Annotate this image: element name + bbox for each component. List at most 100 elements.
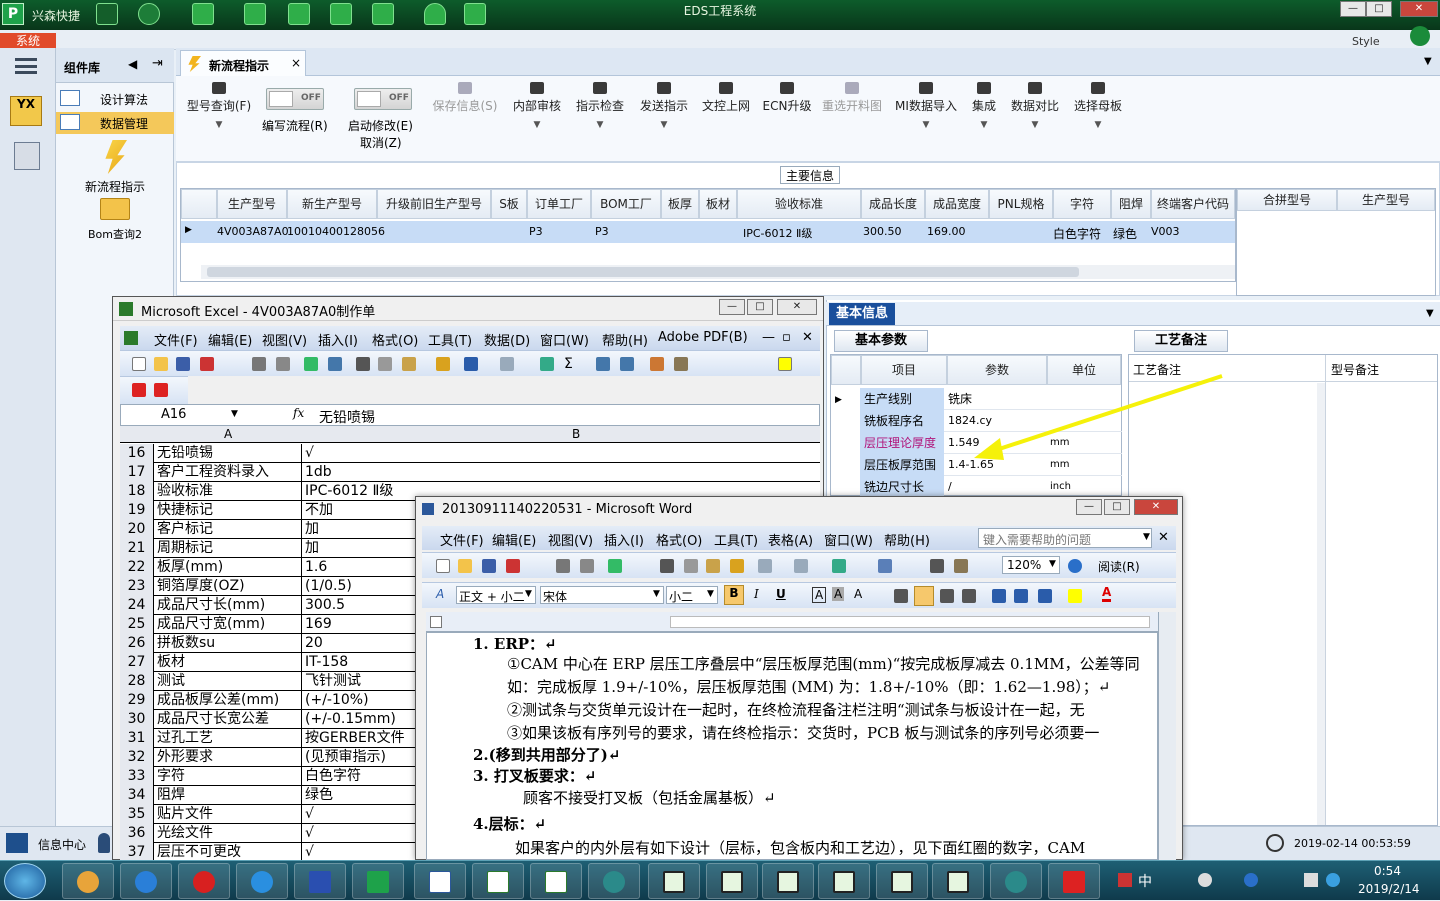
clock-date[interactable]: 2019/2/14: [1358, 882, 1420, 896]
help-question-input[interactable]: 键入需要帮助的问题 ▼: [978, 528, 1152, 548]
bom-query-tool[interactable]: Bom查询2: [56, 198, 174, 242]
row-number[interactable]: 19: [120, 501, 154, 520]
font-select[interactable]: 宋体 ▼: [540, 586, 664, 604]
char-border-icon[interactable]: A: [812, 587, 827, 603]
save-info-button[interactable]: 保存信息(S): [430, 82, 500, 114]
table-row[interactable]: ▶ 4V003A87A0 10010400128056 P3 P3 IPC-60…: [181, 221, 1235, 243]
word-minimize-button[interactable]: —: [1076, 499, 1102, 515]
chevron-left-icon[interactable]: ◀: [128, 57, 137, 71]
chevron-down-icon[interactable]: ▼: [231, 409, 238, 419]
vertical-scrollbar[interactable]: [1317, 383, 1325, 825]
sheet-row[interactable]: 17 客户工程资料录入 1db: [120, 463, 820, 482]
cell-new-model[interactable]: 10010400128056: [287, 225, 385, 238]
grid-icon[interactable]: [372, 3, 394, 25]
row-number[interactable]: 16: [120, 444, 154, 463]
cell-a[interactable]: 字符: [156, 767, 302, 786]
taskbar-app-eds[interactable]: [352, 863, 404, 899]
cell-a[interactable]: 成品尺寸宽(mm): [156, 615, 302, 634]
sheet-row[interactable]: 16 无铅喷锡 √: [120, 444, 820, 463]
menu-item[interactable]: 编辑(E): [208, 330, 252, 349]
taskbar-app-feiq[interactable]: [120, 863, 172, 899]
doc-line[interactable]: 顾客不接受打叉板（包括金属基板）↵: [523, 787, 776, 808]
column-header[interactable]: 新生产型号: [287, 189, 377, 219]
param-row[interactable]: 铣边尺寸长 / inch: [860, 476, 1122, 498]
undo-icon[interactable]: [758, 559, 772, 573]
permission-icon[interactable]: [200, 357, 214, 371]
menu-item[interactable]: 视图(V): [262, 330, 307, 349]
taskbar-app-excel-1[interactable]: [472, 863, 524, 899]
menu-item[interactable]: 工具(T): [714, 530, 758, 549]
taskbar-app-save[interactable]: [294, 863, 346, 899]
chevron-down-icon[interactable]: ▼: [1424, 56, 1432, 67]
char-scale-icon[interactable]: A: [854, 587, 862, 601]
search-icon[interactable]: [96, 3, 118, 25]
drawing-icon[interactable]: [674, 357, 688, 371]
row-number[interactable]: 30: [120, 710, 154, 729]
globe-icon[interactable]: [138, 3, 160, 25]
calculator-icon[interactable]: [14, 142, 40, 170]
tray-settings-icon[interactable]: [1198, 873, 1212, 887]
word-ruler[interactable]: [426, 612, 1158, 632]
doc-close-icon[interactable]: ✕: [802, 330, 813, 345]
column-header[interactable]: 板材: [699, 189, 737, 219]
column-header[interactable]: 成品长度: [861, 189, 925, 219]
column-header[interactable]: S板: [491, 189, 527, 219]
font-color-icon[interactable]: A: [1102, 585, 1112, 602]
paste-icon[interactable]: [706, 559, 720, 573]
hyperlink-icon[interactable]: [832, 559, 846, 573]
column-header[interactable]: 验收标准: [737, 189, 861, 219]
menu-item[interactable]: 文件(F): [440, 530, 484, 549]
yx-factory-icon[interactable]: YX: [10, 96, 42, 126]
word-restore-button[interactable]: □: [1104, 499, 1130, 515]
taskbar-app-x-4[interactable]: [818, 863, 870, 899]
doc-line[interactable]: 2.(移到共用部分了)↵: [473, 744, 620, 765]
cell-a[interactable]: 拼板数su: [156, 634, 302, 653]
formula-input[interactable]: 无铅喷锡: [319, 407, 375, 427]
cell-a[interactable]: 铜箔厚度(OZ): [156, 577, 302, 596]
tab-new-flow[interactable]: 新流程指示 ×: [180, 50, 306, 77]
word-close-button[interactable]: ✕: [1134, 499, 1178, 515]
menu-item[interactable]: 窗口(W): [540, 330, 589, 349]
tab-basic-params[interactable]: 基本参数: [834, 330, 928, 352]
print-preview-icon[interactable]: [276, 357, 290, 371]
styles-pane-icon[interactable]: A: [436, 587, 444, 601]
row-number[interactable]: 31: [120, 729, 154, 748]
column-header[interactable]: 生产型号: [217, 189, 287, 219]
model-notes-column-header[interactable]: 型号备注: [1331, 361, 1379, 378]
function-icon[interactable]: fx: [293, 406, 304, 420]
cell-a[interactable]: 客户标记: [156, 520, 302, 539]
save-icon[interactable]: [482, 559, 496, 573]
fill-color-icon[interactable]: [778, 357, 792, 371]
column-header-a[interactable]: A: [224, 427, 232, 441]
cell-a[interactable]: 成品板厚公差(mm): [156, 691, 302, 710]
reselect-cut-drawing-button[interactable]: 重选开料图: [820, 82, 884, 114]
cell-order-factory[interactable]: P3: [529, 225, 543, 238]
row-number[interactable]: 32: [120, 748, 154, 767]
menu-item[interactable]: 帮助(H): [602, 330, 648, 349]
nav-item-design-algorithm[interactable]: 设计算法: [56, 88, 174, 110]
format-painter-icon[interactable]: [436, 357, 450, 371]
column-header[interactable]: 升级前旧生产型号: [377, 189, 491, 219]
cut-icon[interactable]: [660, 559, 674, 573]
row-number[interactable]: 17: [120, 463, 154, 482]
menu-icon[interactable]: [15, 58, 37, 74]
taskbar-app-ie[interactable]: [236, 863, 288, 899]
sort-descending-icon[interactable]: [620, 357, 634, 371]
menu-item[interactable]: 帮助(H): [884, 530, 930, 549]
table-icon[interactable]: [878, 559, 892, 573]
row-number[interactable]: 23: [120, 577, 154, 596]
column-header[interactable]: PNL规格: [989, 189, 1053, 219]
doc-minimize-icon[interactable]: —: [762, 330, 775, 345]
row-number[interactable]: 35: [120, 805, 154, 824]
doc-line[interactable]: ①CAM 中心在 ERP 层压工序叠层中“层压板厚范围(mm)“按完成板厚减去 …: [507, 653, 1140, 674]
phone-icon[interactable]: [1410, 26, 1430, 46]
new-file-icon[interactable]: [132, 357, 146, 371]
start-edit-toggle[interactable]: OFF: [354, 88, 412, 110]
taskbar-app-x-2[interactable]: [706, 863, 758, 899]
taskbar-app-word[interactable]: [414, 863, 466, 899]
read-mode-button[interactable]: 阅读(R): [1098, 558, 1140, 575]
column-header-b[interactable]: B: [572, 427, 580, 441]
cell-b[interactable]: 1db: [304, 463, 604, 482]
instruction-check-button[interactable]: 指示检查 ▼: [574, 82, 626, 130]
excel-minimize-button[interactable]: —: [719, 299, 745, 315]
